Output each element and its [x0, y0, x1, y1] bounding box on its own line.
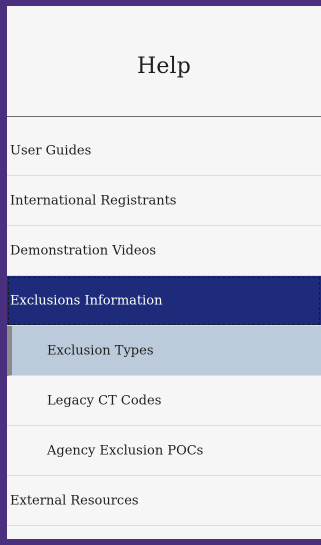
help-page: Help User Guides International Registran…	[0, 0, 321, 545]
nav-item-user-guides[interactable]: User Guides	[7, 126, 321, 176]
nav-item-label: Legacy CT Codes	[47, 393, 162, 408]
nav-item-label: Agency Exclusion POCs	[47, 443, 204, 458]
nav-item-demonstration-videos[interactable]: Demonstration Videos	[7, 226, 321, 276]
nav-item-external-resources[interactable]: External Resources	[7, 476, 321, 526]
nav-subitem-exclusion-types[interactable]: Exclusion Types	[7, 326, 321, 376]
help-header: Help	[7, 6, 321, 117]
nav-item-label: Exclusions Information	[10, 293, 163, 308]
nav-subitem-agency-exclusion-pocs[interactable]: Agency Exclusion POCs	[7, 426, 321, 476]
nav-item-label: Demonstration Videos	[10, 243, 157, 258]
page-title: Help	[136, 54, 192, 79]
help-nav: User Guides International Registrants De…	[7, 126, 321, 526]
nav-item-label: International Registrants	[10, 193, 177, 208]
nav-item-label: Exclusion Types	[47, 343, 154, 358]
help-sidebar: Help User Guides International Registran…	[7, 6, 321, 539]
nav-item-international-registrants[interactable]: International Registrants	[7, 176, 321, 226]
nav-item-label: User Guides	[10, 143, 92, 158]
nav-subitem-legacy-ct-codes[interactable]: Legacy CT Codes	[7, 376, 321, 426]
nav-item-label: External Resources	[10, 493, 139, 508]
nav-item-exclusions-information[interactable]: Exclusions Information	[7, 276, 321, 326]
